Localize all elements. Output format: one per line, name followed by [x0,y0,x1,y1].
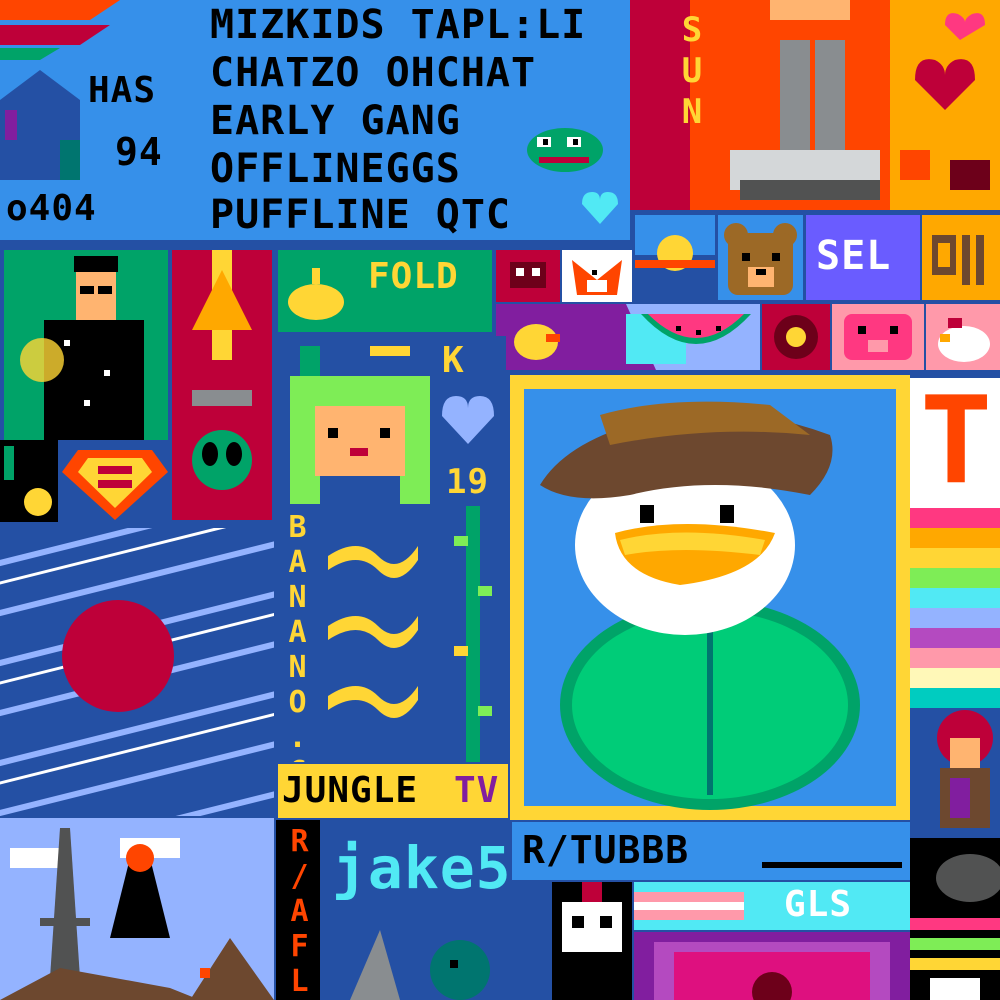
green-hair-girl-art [290,346,430,504]
glyph-icon [922,215,1000,300]
sword-figure-art [192,250,252,490]
bear-tile [718,215,803,300]
superman-tile [58,440,172,522]
jungle-tile: JUNGLE TV [278,764,508,818]
robed-figure-art [350,930,490,1000]
k-tile-number: 19 [446,462,489,502]
tubbb-tile: R/TUBBB [512,822,910,880]
raft-tile-text: R/AFL [282,824,317,999]
banano-tile: BANANO.cc [278,506,506,762]
fold-tile-text: FOLD [368,256,459,297]
neo-figure-art [4,250,168,440]
frog-icon [527,128,603,172]
jungle-tile-suffix: TV [454,770,500,811]
trans-flag-icon [634,882,744,930]
jake-tile: jake5 [320,820,510,1000]
jake-tile-text: jake5 [332,834,510,902]
bottom-right-tile [910,838,1000,1000]
dome-icon [288,268,344,320]
fold-tile: FOLD [278,250,492,332]
small-left-tile [0,440,58,522]
banner-line-1: MIZKIDS TAPL:LI [210,2,587,48]
invader-tile [496,250,560,302]
jungle-tile-text: JUNGLE [282,770,419,811]
purple-arch-tile [634,932,910,1000]
banner-line-2: CHATZO OHCHAT [210,50,537,96]
duck-watermelon-art [496,304,751,370]
heart-icon [582,192,618,224]
rainbow-stripes-tile [910,508,1000,708]
house-icon [0,70,80,180]
fox-icon [572,260,622,295]
se-tile-text: SEL [816,233,892,279]
eiffel-tile [0,818,274,1000]
t-tile-letter: T [920,378,994,508]
vine-art [454,506,492,762]
t-tile: T [910,378,1000,508]
banner-left-label-3: o404 [6,188,97,229]
waves-sun-art [0,528,274,816]
waves-tile [0,528,274,816]
chicken-icon [938,318,990,362]
banner-line-3: EARLY GANG [210,98,461,144]
gold-glyph-tile [922,215,1000,300]
sun-tile-text: SUN [672,10,712,133]
arch-art [654,942,890,1000]
duck-small-icon [4,446,52,516]
superman-icon [62,450,168,520]
red-flower-tile [762,304,830,370]
gls-tile-text: GLS [784,884,853,925]
top-banner-tile: HAS 94 o404 MIZKIDS TAPL:LI CHATZO OHCHA… [0,0,630,240]
fox-tile [562,250,632,302]
red-hair-figure-tile [910,708,1000,838]
duck-portrait-tile [510,375,910,820]
tubbb-underline [762,862,902,868]
place-canvas[interactable]: HAS 94 o404 MIZKIDS TAPL:LI CHATZO OHCHA… [0,0,1000,1000]
k-tile-letter: K [442,340,465,381]
rainbow-stripes-art [910,508,1000,708]
banana-icons [328,546,418,718]
red-hair-figure-art [937,710,993,828]
banner-left-label-1: HAS [88,70,157,111]
chevron-art [0,0,130,70]
purple-duck-tile [496,304,760,370]
bottom-right-art [910,854,1000,1000]
sunset-tile [635,215,715,300]
banano-vertical-text: BANANO.cc [280,510,315,762]
raft-tile: R/AFL [276,820,320,1000]
chicken-tile [926,304,1000,370]
trans-flag-tile: GLS [634,882,910,930]
tubbb-tile-text: R/TUBBB [522,828,690,872]
se-tile: SEL [806,215,920,300]
figure-legs-art [720,0,890,200]
matrix-tile [4,250,168,440]
invader-icon [510,262,546,288]
banner-line-4: OFFLINEGGS [210,146,461,192]
pig-icon [844,314,912,360]
red-sword-tile [172,250,272,520]
pink-pig-tile [832,304,924,370]
skull-tile [552,882,632,1000]
sunset-icon [635,235,715,300]
bear-icon [724,223,797,295]
skull-icon [562,882,622,952]
heart-pattern-art [890,0,1000,210]
banner-left-label-2: 94 [115,130,163,174]
heart-icon [442,396,494,444]
flower-icon [774,315,818,359]
duck-with-hat-art [524,389,896,810]
anime-girl-tile: K 19 [280,336,506,504]
sun-tile: SUN [630,0,1000,210]
tower-volcano-art [0,818,274,1000]
banner-line-5: PUFFLINE QTC [210,192,511,238]
